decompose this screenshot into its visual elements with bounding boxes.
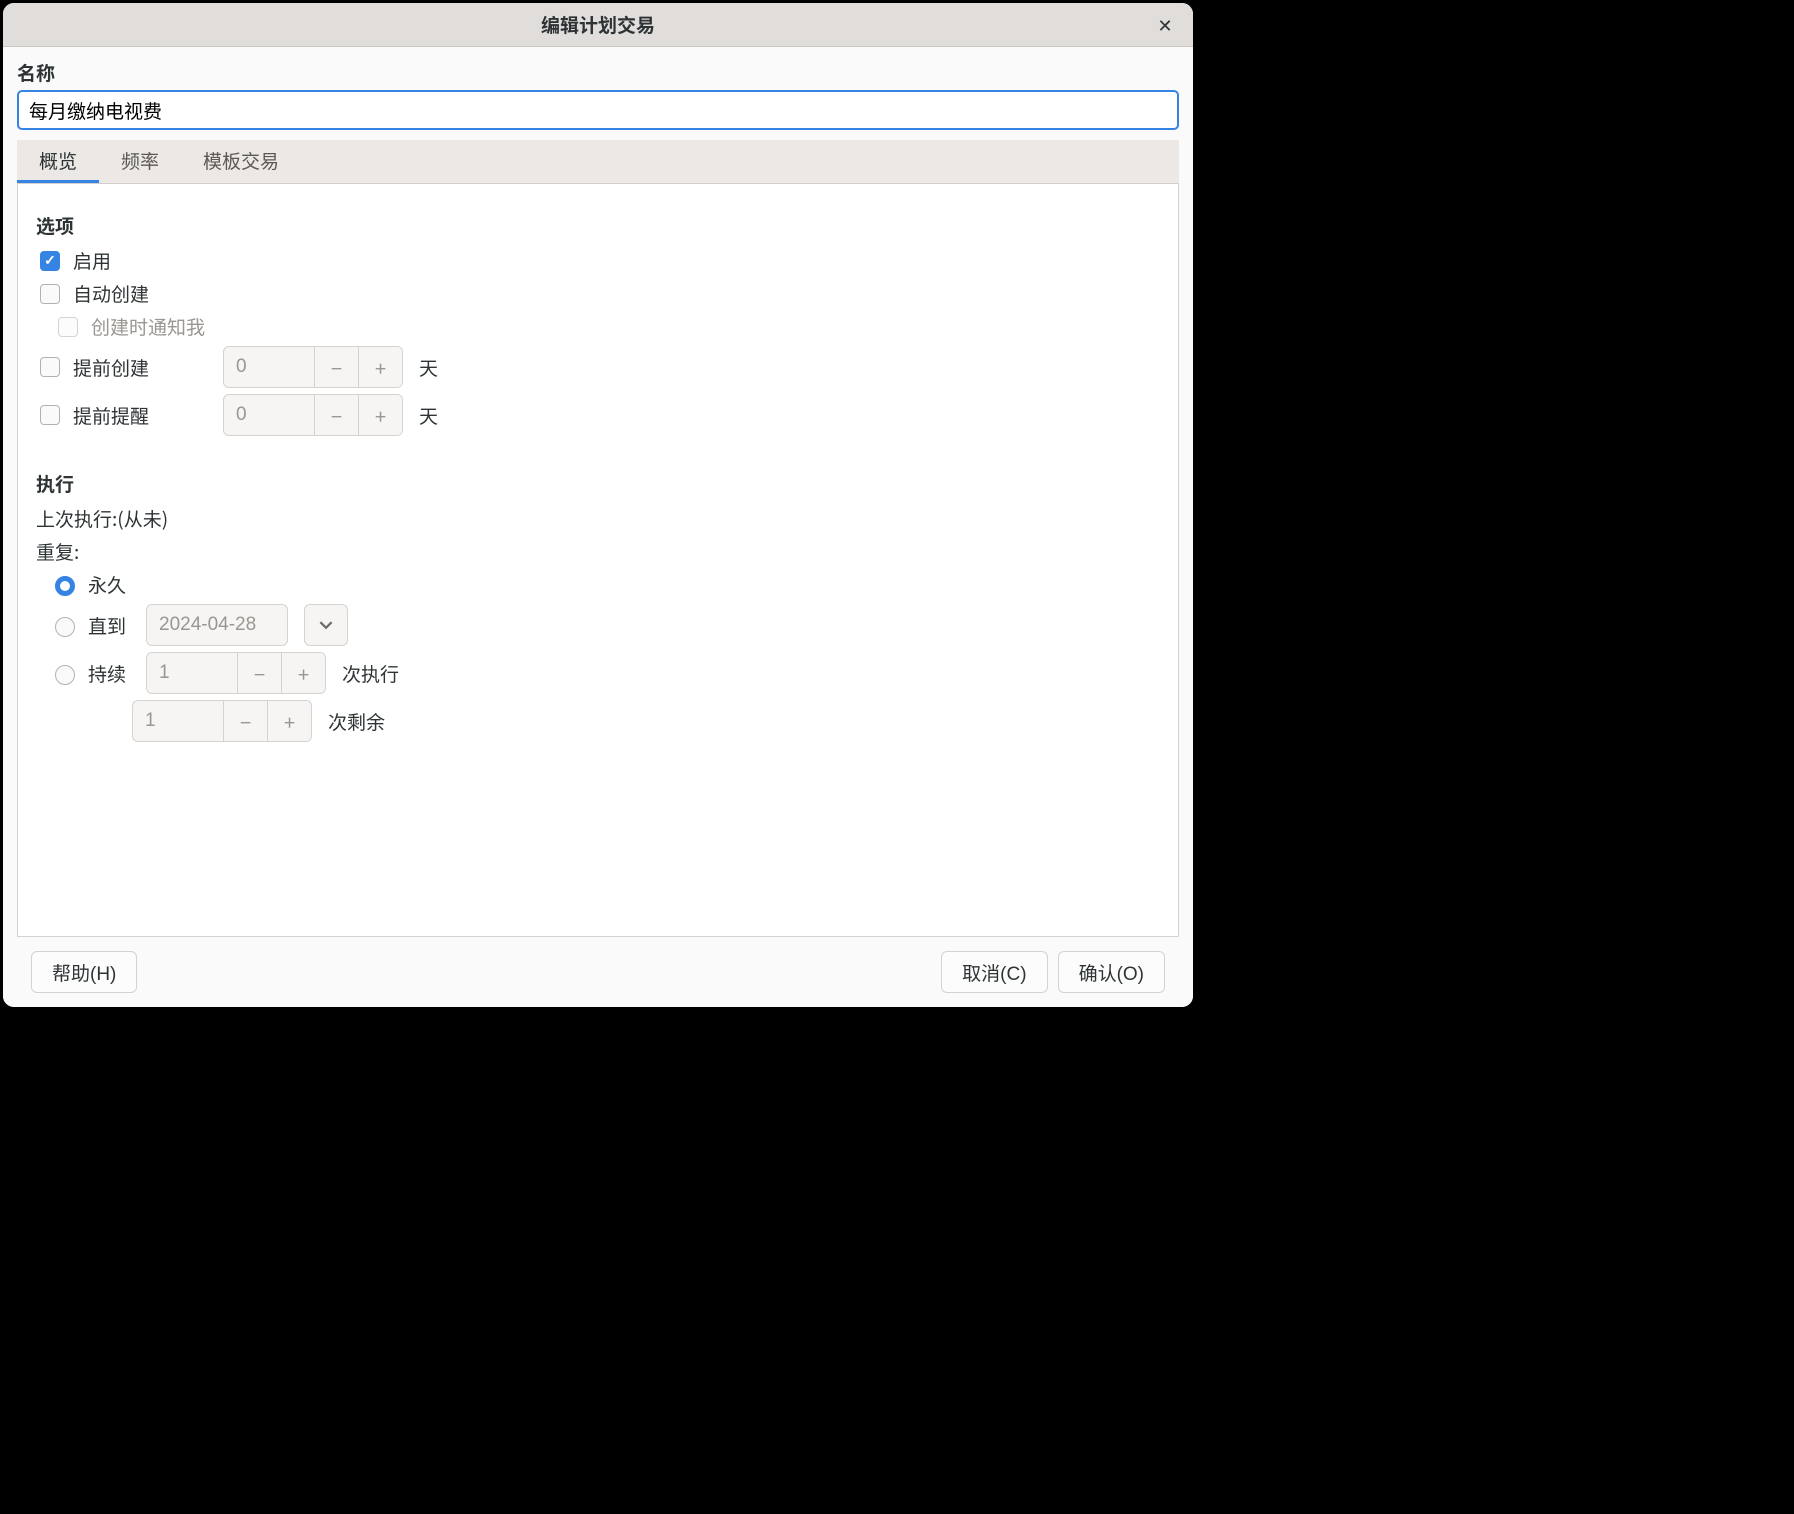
repeat-forever-label: 永久 xyxy=(88,571,126,598)
remind-ahead-unit: 天 xyxy=(419,402,438,429)
create-ahead-label: 提前创建 xyxy=(73,354,213,381)
minus-icon: − xyxy=(237,653,281,693)
tab-template[interactable]: 模板交易 xyxy=(181,140,301,183)
repeat-label: 重复: xyxy=(36,538,79,565)
tab-label: 概览 xyxy=(39,147,77,174)
repeat-forever-radio[interactable] xyxy=(55,576,75,596)
button-label: 帮助(H) xyxy=(52,959,116,986)
until-date-input xyxy=(147,605,287,645)
repeat-until-radio[interactable] xyxy=(55,617,75,637)
tab-label: 频率 xyxy=(121,147,159,174)
button-label: 取消(C) xyxy=(962,959,1026,986)
occurrences-unit: 次执行 xyxy=(342,660,399,687)
execution-section-title: 执行 xyxy=(36,470,1160,497)
minus-icon: − xyxy=(223,701,267,741)
tab-panel-overview: 选项 启用 自动创建 创建时通知我 提前创建 − + xyxy=(17,184,1179,937)
close-icon[interactable]: ✕ xyxy=(1151,11,1179,39)
minus-icon: − xyxy=(314,395,358,435)
remind-ahead-spin: − + xyxy=(223,394,403,436)
help-button[interactable]: 帮助(H) xyxy=(31,951,137,993)
plus-icon: + xyxy=(267,701,311,741)
plus-icon: + xyxy=(358,347,402,387)
name-input[interactable] xyxy=(17,90,1179,130)
repeat-for-label: 持续 xyxy=(88,660,136,687)
auto-create-checkbox[interactable] xyxy=(40,284,60,304)
ok-button[interactable]: 确认(O) xyxy=(1058,951,1165,993)
enable-checkbox[interactable] xyxy=(40,251,60,271)
create-ahead-checkbox[interactable] xyxy=(40,357,60,377)
name-label: 名称 xyxy=(17,59,1179,86)
tab-overview[interactable]: 概览 xyxy=(17,140,99,183)
tab-bar: 概览 频率 模板交易 xyxy=(17,140,1179,184)
titlebar: 编辑计划交易 ✕ xyxy=(3,3,1193,47)
options-section-title: 选项 xyxy=(36,212,1160,239)
minus-icon: − xyxy=(314,347,358,387)
tab-frequency[interactable]: 频率 xyxy=(99,140,181,183)
plus-icon: + xyxy=(358,395,402,435)
create-ahead-input xyxy=(224,347,314,387)
plus-icon: + xyxy=(281,653,325,693)
last-run-label: 上次执行:(从未) xyxy=(36,505,168,532)
remaining-spin: − + xyxy=(132,700,312,742)
cancel-button[interactable]: 取消(C) xyxy=(941,951,1047,993)
create-ahead-unit: 天 xyxy=(419,354,438,381)
remaining-unit: 次剩余 xyxy=(328,708,385,735)
until-date-field xyxy=(146,604,288,646)
repeat-until-label: 直到 xyxy=(88,612,136,639)
chevron-down-icon[interactable] xyxy=(304,604,348,646)
notify-on-create-checkbox xyxy=(58,317,78,337)
remind-ahead-checkbox[interactable] xyxy=(40,405,60,425)
auto-create-label: 自动创建 xyxy=(73,280,149,307)
remind-ahead-label: 提前提醒 xyxy=(73,402,213,429)
notify-on-create-label: 创建时通知我 xyxy=(91,313,205,340)
button-label: 确认(O) xyxy=(1079,959,1144,986)
enable-label: 启用 xyxy=(73,247,111,274)
repeat-for-radio[interactable] xyxy=(55,665,75,685)
window-title: 编辑计划交易 xyxy=(541,11,655,38)
occurrences-spin: − + xyxy=(146,652,326,694)
occurrences-input xyxy=(147,653,237,693)
create-ahead-spin: − + xyxy=(223,346,403,388)
dialog-footer: 帮助(H) 取消(C) 确认(O) xyxy=(17,937,1179,1007)
tab-label: 模板交易 xyxy=(203,147,279,174)
dialog-window: 编辑计划交易 ✕ 名称 概览 频率 模板交易 选项 启用 自动创建 创建时通知我 xyxy=(0,0,1196,1010)
remaining-input xyxy=(133,701,223,741)
remind-ahead-input xyxy=(224,395,314,435)
content-area: 名称 概览 频率 模板交易 选项 启用 自动创建 创建时通知我 提 xyxy=(3,47,1193,1007)
